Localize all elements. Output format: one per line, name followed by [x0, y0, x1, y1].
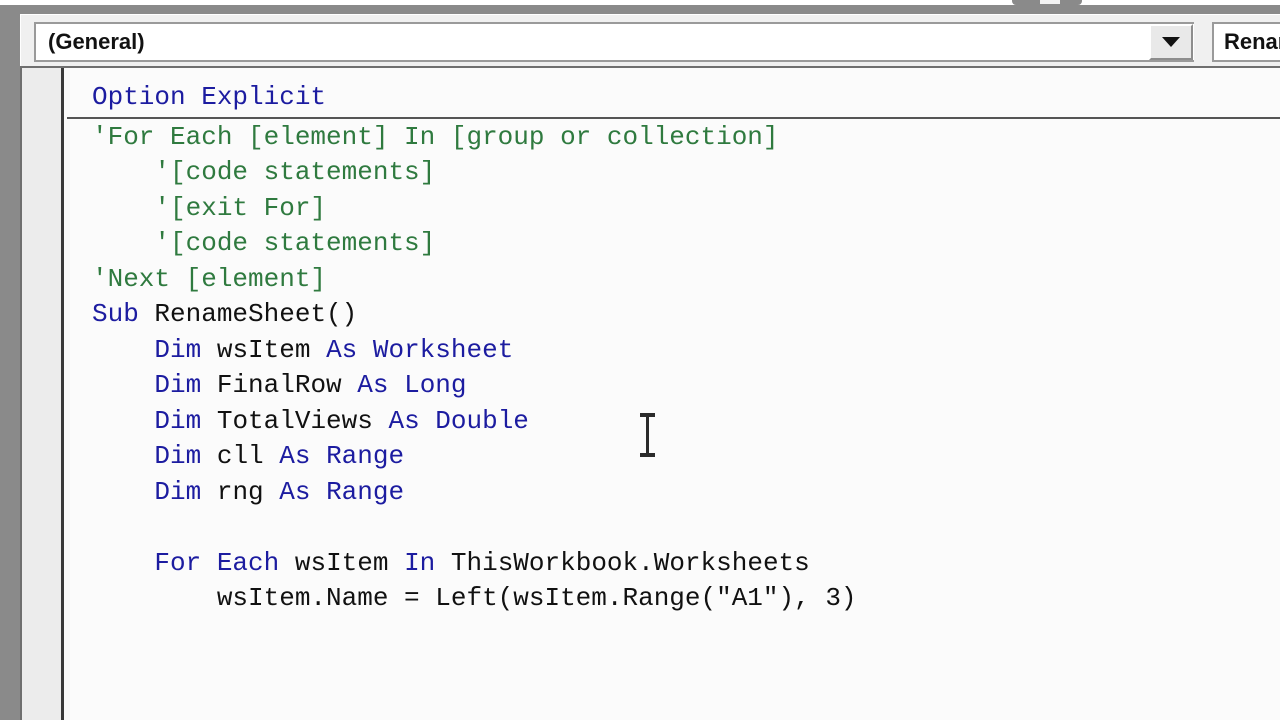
- code-line[interactable]: '[code statements]: [67, 226, 1280, 262]
- code-token: '[code statements]: [92, 157, 436, 187]
- code-token: RenameSheet(): [154, 299, 358, 329]
- code-line[interactable]: Dim rng As Range: [67, 475, 1280, 511]
- code-token: 'Next [element]: [92, 263, 327, 294]
- code-token: 'For Each [element] In [group or collect…: [92, 121, 779, 152]
- code-line[interactable]: [67, 510, 1280, 546]
- code-token: As Range: [279, 441, 405, 471]
- code-token: As Long: [357, 370, 467, 400]
- procedure-dropdown[interactable]: Renam: [1212, 22, 1280, 62]
- code-token: TotalViews: [216, 405, 389, 436]
- declarations-separator-rule: [67, 116, 1280, 119]
- window-frame: (General) Renam Option Explicit 'For Each…: [0, 5, 1280, 720]
- code-token: cll: [216, 441, 280, 471]
- code-line-declaration[interactable]: Option Explicit: [67, 80, 1280, 116]
- code-line[interactable]: Dim TotalViews As Double: [67, 404, 1280, 440]
- code-token: As Range: [279, 476, 405, 507]
- code-line[interactable]: Dim cll As Range: [67, 439, 1280, 475]
- code-token: '[exit For]: [92, 192, 327, 223]
- code-token: wsItem.Name = Left(wsItem.Range("A1"), 3…: [92, 583, 857, 613]
- code-token: As Double: [388, 405, 529, 436]
- code-token: For Each: [154, 547, 295, 578]
- code-token: In: [404, 547, 451, 578]
- code-token: wsItem: [216, 334, 327, 365]
- code-line[interactable]: '[code statements]: [67, 155, 1280, 191]
- code-token: Dim: [154, 334, 217, 365]
- code-line[interactable]: For Each wsItem In ThisWorkbook.Workshee…: [67, 546, 1280, 582]
- code-token: Dim: [154, 476, 217, 507]
- margin-indicator-gutter[interactable]: [22, 68, 64, 720]
- code-token: Dim: [154, 405, 217, 436]
- code-line[interactable]: wsItem.Name = Left(wsItem.Range("A1"), 3…: [67, 581, 1280, 617]
- code-token: As Worksheet: [326, 334, 514, 365]
- code-token: rng: [216, 476, 280, 507]
- object-dropdown-button[interactable]: [1149, 24, 1193, 60]
- code-line[interactable]: Dim wsItem As Worksheet: [67, 333, 1280, 369]
- object-dropdown[interactable]: (General): [34, 22, 1194, 62]
- vba-code-window: (General) Renam Option Explicit 'For Each…: [0, 0, 1280, 720]
- code-line[interactable]: 'For Each [element] In [group or collect…: [67, 120, 1280, 156]
- chevron-down-icon: [1162, 37, 1180, 47]
- code-token: '[code statements]: [92, 228, 436, 258]
- code-line[interactable]: Sub RenameSheet(): [67, 297, 1280, 333]
- code-editor-pane[interactable]: Option Explicit 'For Each [element] In [g…: [20, 66, 1280, 720]
- code-token: Sub: [92, 299, 155, 329]
- code-text-area[interactable]: Option Explicit 'For Each [element] In [g…: [67, 68, 1280, 720]
- code-line[interactable]: 'Next [element]: [67, 262, 1280, 298]
- code-line[interactable]: Dim FinalRow As Long: [67, 368, 1280, 404]
- code-token: Dim: [154, 441, 217, 471]
- code-token: Option Explicit: [92, 82, 327, 112]
- code-line[interactable]: '[exit For]: [67, 191, 1280, 227]
- code-token: FinalRow: [216, 370, 358, 400]
- code-token: wsItem: [294, 547, 405, 578]
- code-window-header: (General) Renam: [20, 14, 1280, 67]
- code-token: ThisWorkbook.Worksheets: [450, 547, 810, 578]
- procedure-dropdown-value: Renam: [1224, 29, 1280, 54]
- object-dropdown-value: (General): [48, 29, 145, 54]
- chrome-bar-notch: [1040, 0, 1060, 4]
- code-token: Dim: [154, 370, 217, 400]
